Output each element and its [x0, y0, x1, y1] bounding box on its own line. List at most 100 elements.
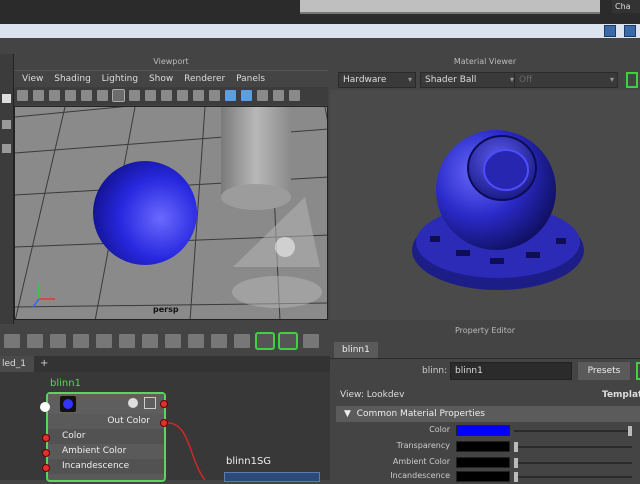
simple-mode-icon[interactable]: [165, 334, 181, 348]
property-editor: Property Editor blinn1 blinn: blinn1 Pre…: [330, 324, 640, 482]
wireframe-icon[interactable]: [129, 90, 140, 101]
graph-selected-icon[interactable]: [50, 334, 66, 348]
viewport-iconbar: [14, 87, 328, 105]
grid-icon[interactable]: [303, 334, 319, 348]
material-viewer-panel: Material Viewer Hardware ▾ Shader Ball ▾ O…: [330, 54, 640, 324]
viewport-canvas[interactable]: persp: [14, 106, 328, 320]
rotate-tool-icon[interactable]: [2, 144, 11, 153]
bookmark-icon[interactable]: [49, 90, 60, 101]
select-tool-icon[interactable]: [2, 94, 11, 103]
shadows-icon[interactable]: [193, 90, 204, 101]
camera-icon[interactable]: [17, 90, 28, 101]
chapter-tab[interactable]: Cha: [612, 0, 640, 13]
divider: [330, 358, 640, 359]
tab-untitled[interactable]: led_1: [0, 356, 34, 372]
add-tab-button[interactable]: +: [40, 356, 48, 372]
frame-all-icon[interactable]: [73, 334, 89, 348]
node-editor-tabs: led_1 +: [0, 356, 330, 372]
render-icon[interactable]: [626, 72, 638, 88]
incandescence-slider[interactable]: [514, 476, 632, 478]
section-common-material[interactable]: ▼ Common Material Properties: [336, 406, 640, 422]
camera-attr-icon[interactable]: [33, 90, 44, 101]
slider-knob[interactable]: [628, 426, 632, 436]
menu-renderer[interactable]: Renderer: [184, 71, 225, 87]
smooth-shade-icon[interactable]: [145, 90, 156, 101]
env-dropdown[interactable]: Off ▾: [514, 72, 618, 88]
chevron-down-icon: ▾: [407, 75, 412, 84]
templates-label[interactable]: Template: [602, 390, 640, 400]
chevron-down-icon: ▾: [609, 75, 614, 84]
lights-icon[interactable]: [177, 90, 188, 101]
remove-selected-icon[interactable]: [119, 334, 135, 348]
ambient-slider[interactable]: [514, 462, 632, 464]
color-slider[interactable]: [514, 430, 632, 432]
minimize-icon[interactable]: [604, 25, 616, 37]
input-connections-icon[interactable]: [4, 334, 20, 348]
slider-knob[interactable]: [514, 458, 518, 468]
transparency-swatch[interactable]: [456, 441, 510, 452]
presets-button[interactable]: Presets: [578, 362, 630, 380]
tool-strip[interactable]: [0, 54, 14, 324]
textured-icon[interactable]: [161, 90, 172, 101]
shader-ball: [412, 130, 584, 290]
grid-toggle-icon[interactable]: [81, 90, 92, 101]
menu-panels[interactable]: Panels: [236, 71, 265, 87]
view-label[interactable]: View: Lookdev: [340, 390, 404, 400]
swatch-icon[interactable]: [278, 332, 298, 350]
window-bar: [0, 24, 640, 38]
node-graph-canvas[interactable]: blinn1 Out Color Color Ambient Color Inc…: [0, 372, 330, 482]
add-selected-icon[interactable]: [96, 334, 112, 348]
sg-node-title: blinn1SG: [226, 456, 272, 467]
menu-shading[interactable]: Shading: [54, 71, 91, 87]
name-field[interactable]: blinn1: [450, 362, 572, 380]
transparency-slider[interactable]: [514, 446, 632, 448]
shape-dropdown[interactable]: Shader Ball ▾: [420, 72, 518, 88]
renderer-dropdown[interactable]: Hardware ▾: [338, 72, 416, 88]
layout-icon[interactable]: [142, 334, 158, 348]
slider-knob[interactable]: [514, 472, 518, 482]
focus-icon[interactable]: [636, 362, 640, 380]
connection-wire: [167, 422, 206, 480]
menu-lighting[interactable]: Lighting: [102, 71, 138, 87]
custom-mode-icon[interactable]: [234, 334, 250, 348]
attr-transparency-row: Transparency: [330, 440, 640, 454]
attr-incandescence-row: Incandescence: [330, 470, 640, 484]
node-editor-toolbar: [0, 326, 330, 356]
node-editor: led_1 + blinn1 Out Color Color Ambient C…: [0, 356, 330, 482]
connected-mode-icon[interactable]: [188, 334, 204, 348]
incandescence-swatch[interactable]: [456, 471, 510, 482]
ambient-swatch[interactable]: [456, 457, 510, 468]
xray-icon[interactable]: [209, 90, 220, 101]
property-editor-title: Property Editor: [454, 326, 516, 335]
image-plane-icon[interactable]: [65, 90, 76, 101]
output-connections-icon[interactable]: [27, 334, 43, 348]
viewport-menubar: View Shading Lighting Show Renderer Pane…: [14, 70, 328, 86]
color-swatch[interactable]: [456, 425, 510, 436]
search-icon[interactable]: [255, 332, 275, 350]
attr-ambient-row: Ambient Color: [330, 456, 640, 470]
attr-label: Ambient Color: [392, 457, 450, 466]
close-icon[interactable]: [624, 25, 636, 37]
attr-label: Color: [429, 425, 450, 434]
section-title: Common Material Properties: [356, 409, 485, 419]
move-tool-icon[interactable]: [2, 120, 11, 129]
ao-icon[interactable]: [257, 90, 268, 101]
slider-knob[interactable]: [514, 442, 518, 452]
camera-label: persp: [153, 305, 179, 314]
menu-view[interactable]: View: [22, 71, 43, 87]
attr-label: Transparency: [396, 441, 450, 450]
full-mode-icon[interactable]: [211, 334, 227, 348]
hud-icon[interactable]: [241, 90, 252, 101]
viewport-scene: [15, 107, 327, 319]
material-viewer-title: Material Viewer: [453, 57, 517, 66]
dof-icon[interactable]: [289, 90, 300, 101]
isolate-icon[interactable]: [225, 90, 236, 101]
grid-icon[interactable]: [112, 89, 125, 102]
menu-show[interactable]: Show: [149, 71, 173, 87]
caret-down-icon: ▼: [344, 409, 351, 419]
aa-icon[interactable]: [273, 90, 284, 101]
viewport-panel: Viewport View Shading Lighting Show Rend…: [14, 54, 328, 324]
tab-blinn1[interactable]: blinn1: [334, 342, 378, 358]
film-gate-icon[interactable]: [97, 90, 108, 101]
sg-node[interactable]: [224, 472, 320, 482]
